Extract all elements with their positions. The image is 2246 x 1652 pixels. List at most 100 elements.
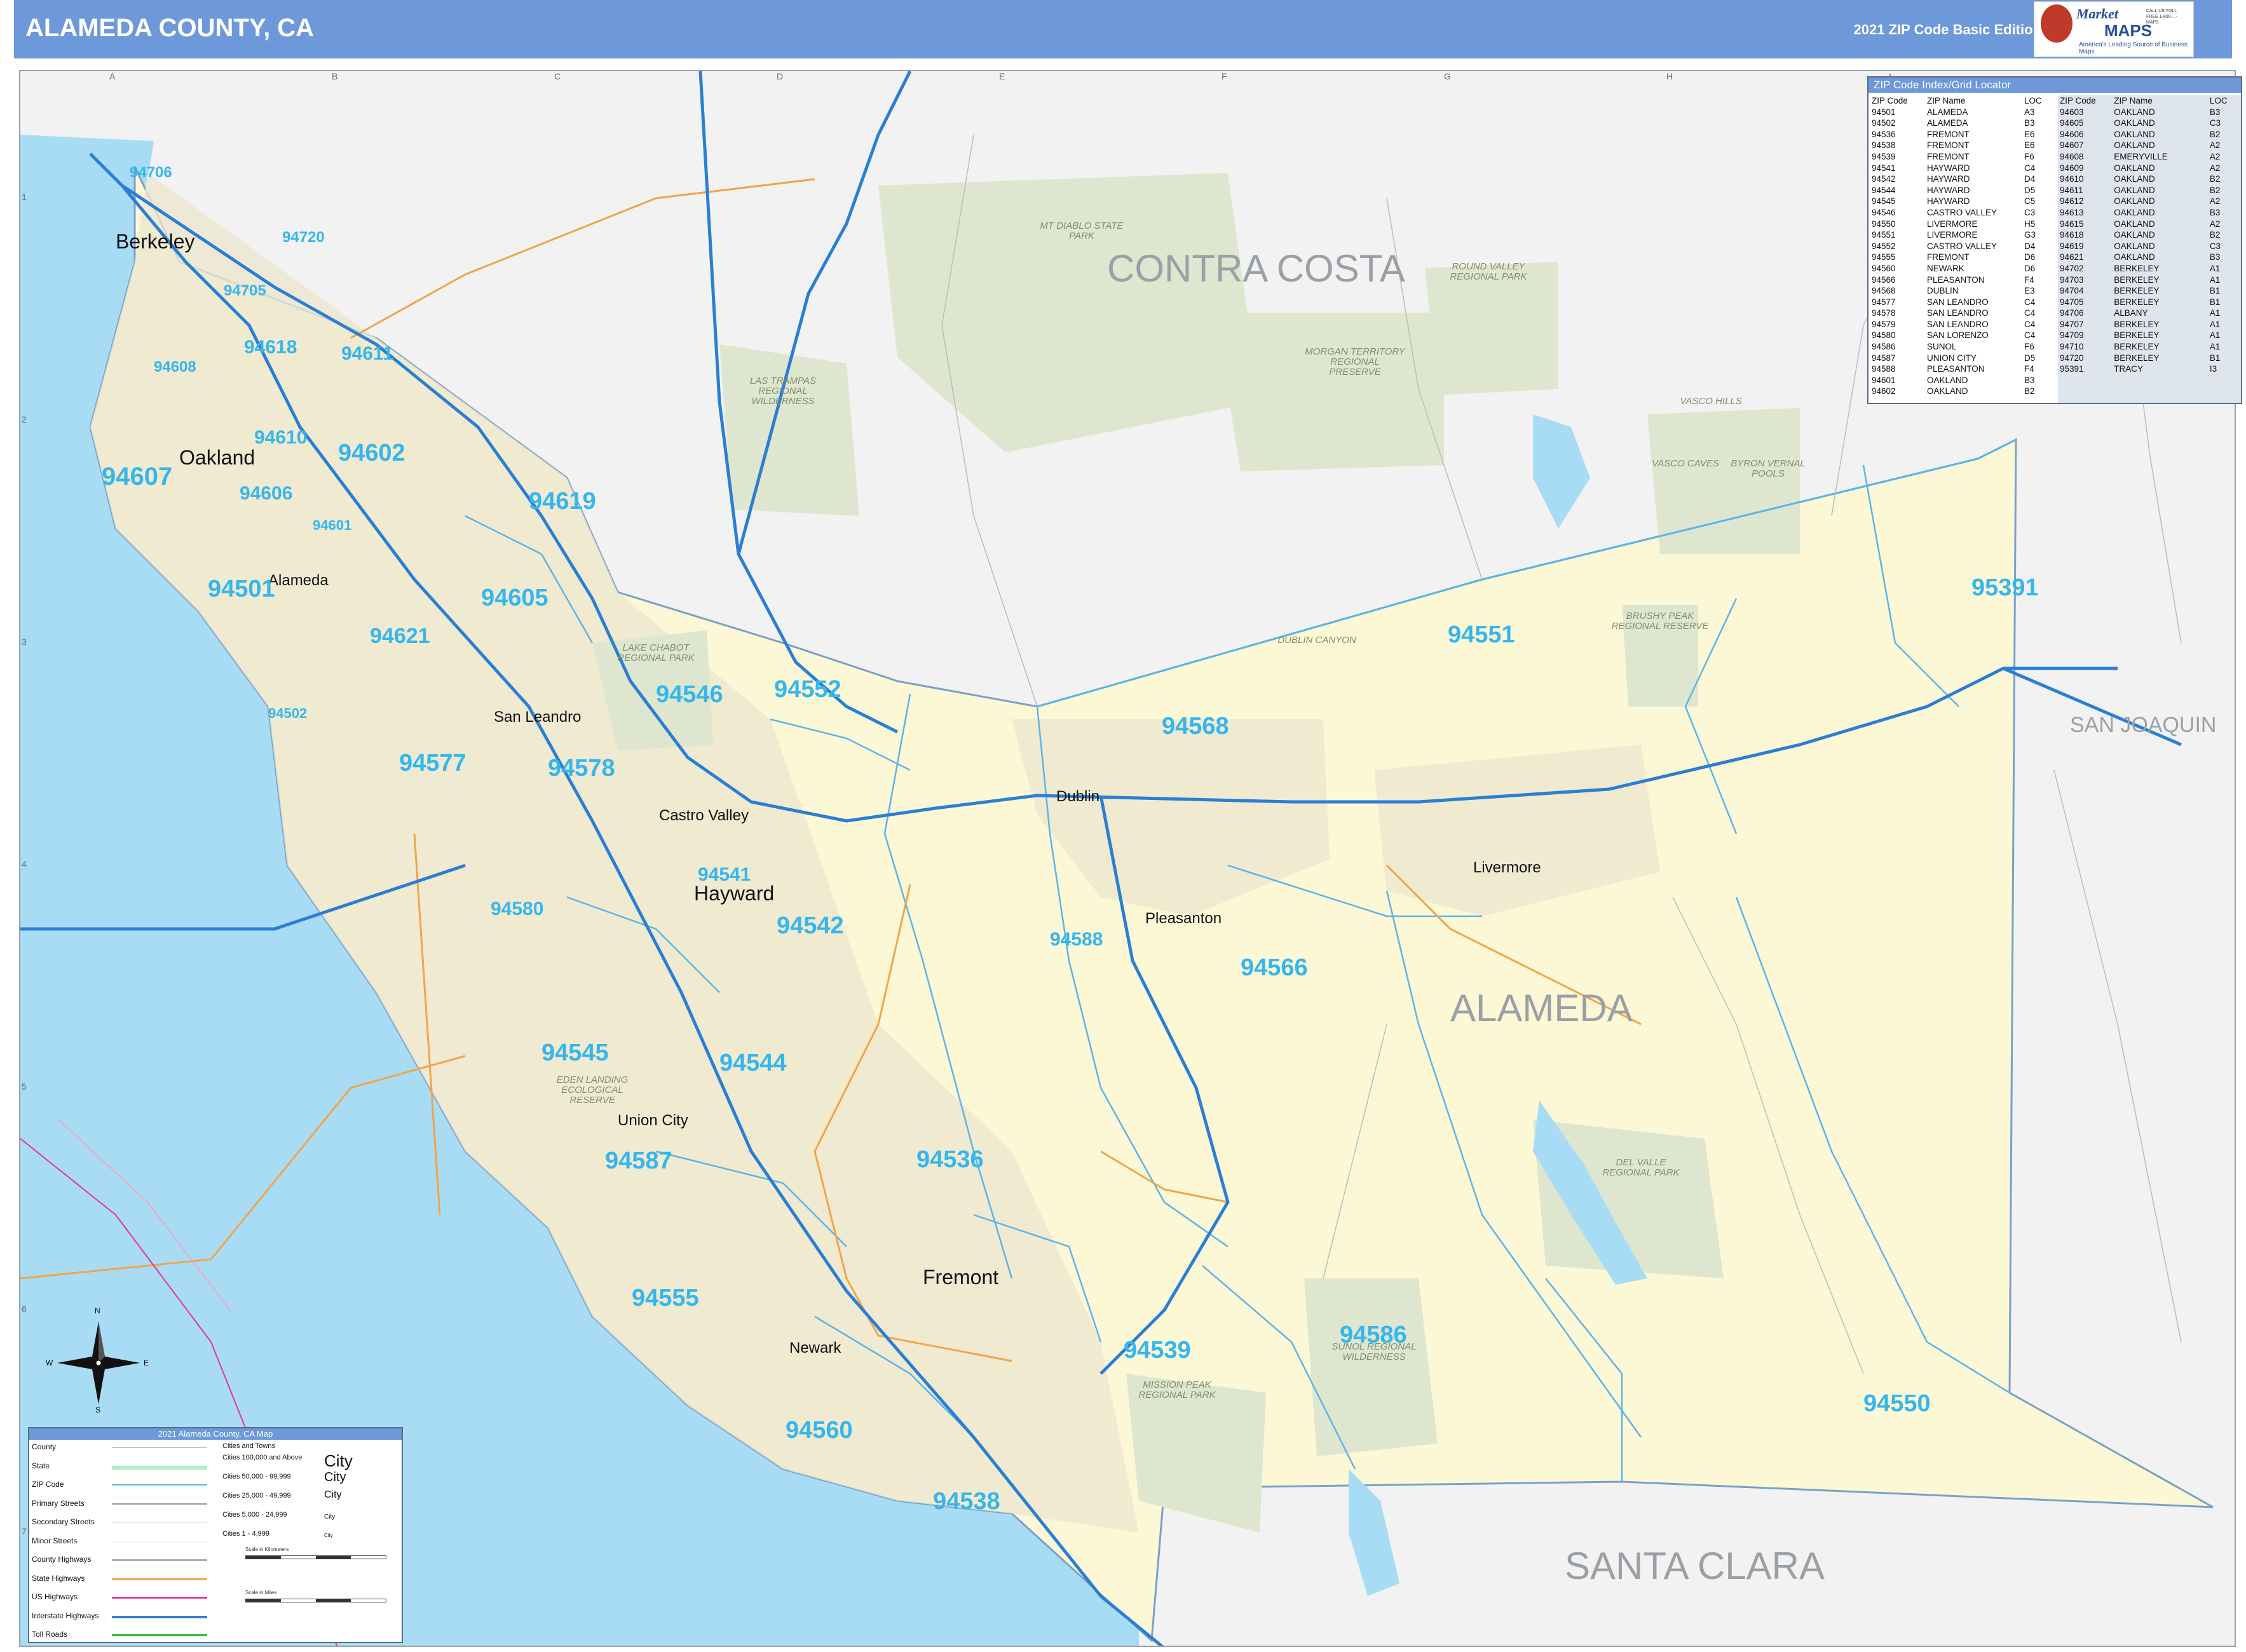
zip-name-cell: BERKELEY [2114, 274, 2160, 285]
zip-loc-cell: B1 [2209, 353, 2221, 363]
zip-code-cell: 94706 [2060, 308, 2084, 318]
zip-name-cell: SAN LEANDRO [1927, 319, 1989, 329]
zip-code-cell: 94502 [1872, 118, 1896, 128]
scale-km-label: Scale in Kilometers [245, 1547, 289, 1552]
scale-km-bar [245, 1555, 386, 1559]
city-dublin: Dublin [1056, 788, 1100, 805]
zip-name-cell: FREMONT [1927, 252, 1970, 262]
zip-loc-cell: B2 [2024, 386, 2035, 396]
grid-row-6: 6 [22, 1304, 27, 1314]
zip-loc-cell: C4 [2024, 297, 2036, 307]
zip-label: 94601 [313, 517, 352, 533]
zip-index-row: 94577 SAN LEANDRO C4 [1870, 297, 2056, 308]
zip-loc-cell: C5 [2024, 196, 2036, 207]
zip-label: 94541 [698, 864, 751, 885]
zip-loc-cell: A1 [2209, 319, 2221, 329]
zip-index-row: 94602 OAKLAND B2 [1870, 386, 2056, 397]
grid-row-4: 4 [22, 859, 27, 869]
zip-code-cell: 94602 [1872, 386, 1896, 396]
zip-index-row: 94560 NEWARK D6 [1870, 263, 2056, 274]
zip-index-row: 94555 FREMONT D6 [1870, 252, 2056, 263]
park-label-morgan: MORGAN TERRITORY REGIONAL PRESERVE [1305, 346, 1405, 377]
zip-index-row: 94536 FREMONT E6 [1870, 129, 2056, 140]
compass-n: N [95, 1306, 100, 1315]
zip-name-cell: OAKLAND [2114, 129, 2155, 139]
zip-index-row: 94587 UNION CITY D5 [1870, 353, 2056, 364]
zip-index-row: 94609 OAKLAND A2 [2058, 163, 2241, 174]
zip-code-cell: 94551 [1872, 230, 1896, 240]
zip-index-row: 95391 TRACY I3 [2058, 363, 2241, 375]
scale-mi-bar [245, 1599, 386, 1602]
zip-index-row: 94552 CASTRO VALLEY D4 [1870, 241, 2056, 252]
legend-city-row: Cities 50,000 - 99,999 City [222, 1470, 346, 1484]
zip-loc-cell: B2 [2209, 129, 2221, 139]
zip-code-cell: 94703 [2060, 274, 2084, 285]
zip-loc-cell: B3 [2209, 252, 2221, 262]
zip-name-cell: SAN LEANDRO [1927, 308, 1989, 318]
zip-code-cell: 94542 [1872, 174, 1896, 184]
park-label-las-trampas: LAS TRAMPAS REGIONAL WILDERNESS [750, 376, 816, 407]
zip-name-cell: BERKELEY [2114, 330, 2160, 341]
park-label-mt-diablo: MT DIABLO STATE PARK [1040, 220, 1124, 241]
zip-loc-cell: A1 [2209, 263, 2221, 273]
city-oakland: Oakland [179, 446, 255, 469]
zip-label: 94607 [102, 463, 173, 491]
zip-index-header: LOC [2209, 96, 2228, 105]
map-legend: 2021 Alameda County, CA Map County State… [28, 1427, 403, 1643]
zip-loc-cell: B3 [2024, 118, 2035, 128]
zip-name-cell: OAKLAND [2114, 230, 2155, 240]
legend-cities-title: Cities and Towns [222, 1442, 275, 1450]
zip-index-header: LOC [2024, 96, 2042, 105]
zip-code-cell: 94613 [2060, 207, 2084, 217]
zip-name-cell: TRACY [2114, 364, 2144, 374]
legend-title: 2021 Alameda County, CA Map [29, 1428, 402, 1440]
zip-index-row: 94605 OAKLAND C3 [2058, 118, 2241, 129]
zip-index-row: 94702 BERKELEY A1 [2058, 263, 2241, 274]
zip-index-table-left: ZIP Code ZIP Name LOC 94501 ALAMEDA A3 9450… [1870, 95, 2056, 397]
zip-name-cell: OAKLAND [2114, 174, 2155, 184]
zip-name-cell: SUNOL [1927, 342, 1957, 352]
park-label-byron: BYRON VERNAL POOLS [1731, 458, 1806, 479]
zip-loc-cell: B1 [2209, 297, 2221, 307]
compass-e: E [144, 1358, 149, 1367]
zip-name-cell: OAKLAND [2114, 185, 2155, 195]
city-fremont: Fremont [923, 1266, 999, 1289]
city-alameda: Alameda [268, 572, 329, 589]
grid-col-d: D [777, 71, 784, 81]
zip-label: 94706 [130, 164, 172, 181]
zip-index-row: 94546 CASTRO VALLEY C3 [1870, 207, 2056, 219]
city-newark: Newark [789, 1339, 841, 1357]
zip-code-cell: 94541 [1872, 163, 1896, 173]
legend-city-row: Cities 5,000 - 24,999 City [222, 1511, 336, 1520]
zip-label: 94538 [933, 1488, 1000, 1515]
zip-name-cell: UNION CITY [1927, 353, 1977, 363]
zip-index-title: ZIP Code Index/Grid Locator [1868, 78, 2241, 93]
zip-label: 94577 [399, 750, 466, 776]
zip-code-cell: 94619 [2060, 241, 2084, 251]
zip-name-cell: PLEASANTON [1927, 364, 1985, 374]
compass-rose-icon: N S W E [46, 1306, 149, 1414]
zip-loc-cell: A1 [2209, 330, 2221, 341]
zip-name-cell: ALAMEDA [1927, 118, 1968, 128]
zip-label: 94618 [244, 337, 297, 358]
city-pleasanton: Pleasanton [1145, 910, 1222, 927]
zip-code-cell: 94587 [1872, 353, 1896, 363]
zip-index-row: 94707 BERKELEY A1 [2058, 319, 2241, 330]
zip-code-cell: 94601 [1872, 375, 1896, 385]
zip-label: 94578 [548, 755, 615, 782]
zip-code-cell: 94568 [1872, 286, 1896, 296]
zip-index-right-column: ZIP Code ZIP Name LOC 94603 OAKLAND B3 9460… [2058, 95, 2241, 403]
zip-name-cell: OAKLAND [2114, 196, 2155, 207]
zip-label: 95391 [1971, 574, 2039, 601]
zip-name-cell: HAYWARD [1927, 196, 1970, 207]
zip-code-cell: 94560 [1872, 263, 1896, 273]
zip-name-cell: OAKLAND [2114, 118, 2155, 128]
zip-code-cell: 94720 [2060, 353, 2084, 363]
logo-word2: MAPS [2104, 21, 2153, 40]
grid-col-c: C [554, 71, 561, 81]
city-union-city: Union City [618, 1112, 688, 1129]
zip-index-row: 94542 HAYWARD D4 [1870, 173, 2056, 185]
zip-label: 94546 [656, 681, 723, 708]
zip-index-row: 94502 ALAMEDA B3 [1870, 118, 2056, 129]
legend-row: State Highways [32, 1574, 222, 1593]
